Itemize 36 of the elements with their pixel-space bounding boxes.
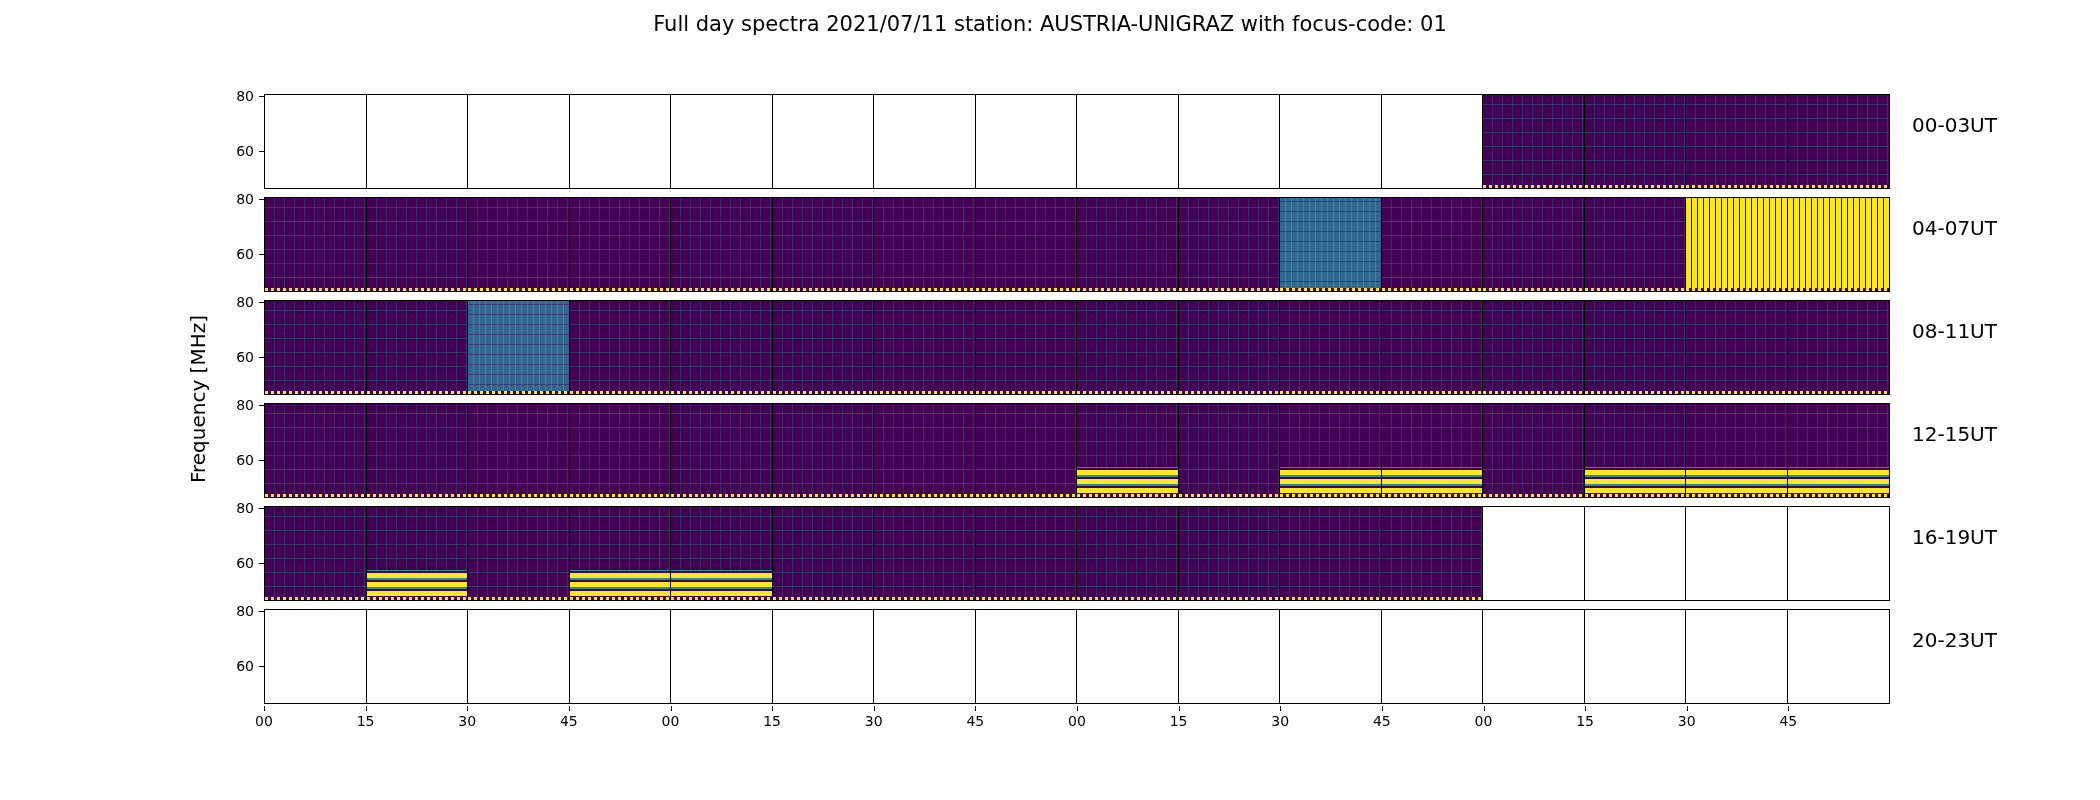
y-tick-label: 60 [236,247,254,261]
x-tick-label: 30 [864,713,883,729]
x-tick-label: 30 [1677,713,1696,729]
x-tick-label: 30 [458,713,477,729]
x-tick-label: 45 [1372,713,1391,729]
time-range-label: 20-23UT [1912,627,1998,654]
y-tick-label: 60 [236,453,254,467]
x-tick-label: 00 [255,713,273,729]
x-tick-label: 15 [763,713,781,729]
x-tick-label: 30 [1271,713,1290,729]
time-range-label: 12-15UT [1912,421,1998,448]
y-tick-label: 60 [236,144,254,158]
time-range-label: 16-19UT [1912,524,1998,551]
figure-title: Full day spectra 2021/07/11 station: AUSTRIA-UNIGRAZ with focus-code: 01 [652,11,1448,38]
y-tick-label: 80 [236,604,254,618]
y-tick-label: 80 [236,192,254,206]
x-tick-label: 00 [1068,713,1086,729]
x-tick-label: 15 [1169,713,1188,729]
y-tick-label: 60 [236,659,254,673]
y-tick-label: 80 [236,89,254,103]
x-tick-label: 45 [966,713,985,729]
x-tick-label: 45 [559,713,578,729]
x-tick-label: 00 [1474,713,1493,729]
y-tick-label: 60 [236,556,254,570]
time-range-label: 04-07UT [1912,215,1998,242]
x-tick-label: 15 [1576,713,1594,729]
x-tick-label: 15 [356,713,375,729]
y-tick-label: 60 [236,350,254,364]
y-axis-label: Frequency [MHz] [186,314,210,484]
time-range-label: 00-03UT [1912,112,1998,139]
x-tick-label: 45 [1779,713,1798,729]
y-tick-label: 80 [236,501,254,515]
time-range-label: 08-11UT [1912,318,1998,345]
y-tick-label: 80 [236,295,254,309]
y-tick-label: 80 [236,398,254,412]
x-tick-label: 00 [661,713,680,729]
